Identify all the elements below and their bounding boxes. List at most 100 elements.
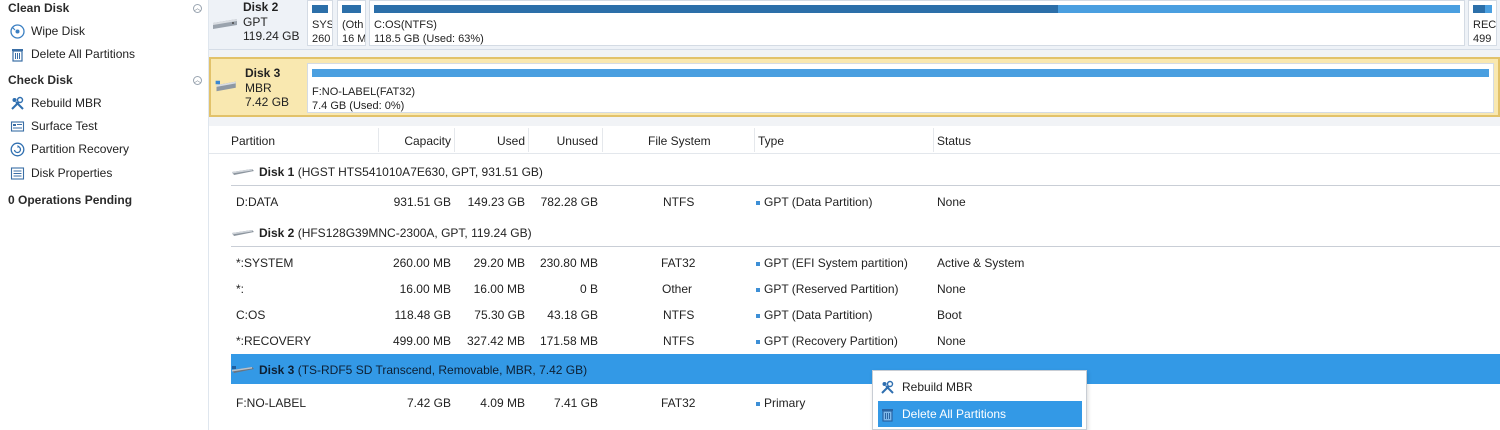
sidebar-item-delete-all-partitions[interactable]: Delete All Partitions [10,44,135,64]
cell-unused: 0 B [579,282,598,296]
bullet-icon [756,261,760,266]
removable-disk-icon [215,80,236,92]
disk-group-row[interactable]: Disk 1 (HGST HTS541010A7E630, GPT, 931.5… [231,156,1500,186]
sidebar-item-rebuild-mbr[interactable]: Rebuild MBR [10,93,102,113]
cell-status: Active & System [937,256,1025,270]
surface-test-icon [10,119,25,134]
context-menu: Rebuild MBR Delete All Partitions [872,370,1087,430]
disk-name: Disk 2 [243,0,279,14]
delete-partitions-icon [880,407,896,422]
disk-group-row[interactable]: Disk 2 (HFS128G39MNC-2300A, GPT, 119.24 … [231,217,1500,247]
usage-bar-fill [374,5,1059,13]
cell-used: 29.20 MB [473,256,525,270]
sidebar-item-partition-recovery[interactable]: Partition Recovery [10,139,129,159]
check-disk-header[interactable]: Check Disk [8,73,73,87]
operations-pending[interactable]: 0 Operations Pending [8,193,132,207]
column-header-unused[interactable]: Unused [529,134,598,148]
cell-used: 4.09 MB [480,396,525,410]
table-row[interactable]: *:SYSTEM 260.00 MB 29.20 MB 230.80 MB FA… [231,250,1500,276]
disk-group-row-selected[interactable]: Disk 3 (TS-RDF5 SD Transcend, Removable,… [231,354,1500,384]
disk-group-desc: (HFS128G39MNC-2300A, GPT, 119.24 GB) [294,226,532,240]
partition-table: Partition Capacity Used Unused File Syst… [209,126,1500,430]
disk-style: GPT [243,15,268,29]
partition-block[interactable]: F:NO-LABEL(FAT32) 7.4 GB (Used: 0%) [307,63,1494,113]
sidebar: Clean Disk ︿ Wipe Disk Delete All Partit… [0,0,209,430]
partition-info: 499 [1473,33,1492,45]
menu-item-rebuild-mbr[interactable]: Rebuild MBR [878,374,1082,400]
column-header-status[interactable]: Status [937,134,971,148]
sidebar-item-label: Surface Test [31,119,98,133]
cell-partition: F:NO-LABEL [236,396,307,410]
partition-label: SYS [312,19,333,31]
partition-block[interactable]: (Oth 16 M [337,0,366,46]
disk-group-name: Disk 3 [259,363,295,377]
table-row[interactable]: D:DATA 931.51 GB 149.23 GB 782.28 GB NTF… [231,189,1500,215]
menu-item-label: Rebuild MBR [902,380,973,394]
usage-bar [374,5,1460,13]
column-header-used[interactable]: Used [455,134,525,148]
cell-unused: 230.80 MB [539,256,598,270]
cell-unused: 171.58 MB [539,334,598,348]
column-header-capacity[interactable]: Capacity [379,134,451,148]
sidebar-item-label: Delete All Partitions [31,47,136,61]
sidebar-item-label: Wipe Disk [31,24,86,38]
table-row[interactable]: *: 16.00 MB 16.00 MB 0 B Other GPT (Rese… [231,276,1500,302]
cell-type: Primary [756,396,805,410]
disk-group-name: Disk 1 [259,165,295,179]
cell-file-system: NTFS [663,195,695,209]
cell-partition: D:DATA [236,195,279,209]
usage-bar-fill [342,5,361,13]
table-row[interactable]: *:RECOVERY 499.00 MB 327.42 MB 171.58 MB… [231,328,1500,354]
cell-type-text: Primary [764,396,806,410]
partition-label: (Oth [342,19,364,31]
column-header-partition[interactable]: Partition [231,134,275,148]
partition-block[interactable]: C:OS(NTFS) 118.5 GB (Used: 63%) [369,0,1465,46]
hard-disk-icon [232,230,254,236]
bullet-icon [756,200,760,205]
bullet-icon [756,339,760,344]
sidebar-item-wipe-disk[interactable]: Wipe Disk [10,21,85,41]
cell-type-text: GPT (Reserved Partition) [764,282,899,296]
column-header-file-system[interactable]: File System [648,134,711,148]
sidebar-item-label: Disk Properties [31,166,113,180]
column-header-type[interactable]: Type [758,134,784,148]
delete-partitions-icon [10,47,25,62]
cell-type: GPT (Data Partition) [756,195,872,209]
rebuild-mbr-icon [10,96,25,111]
collapse-icon[interactable]: ︿ [193,4,202,13]
disk-style: MBR [245,81,272,95]
hard-disk-icon [232,169,254,175]
cell-status: None [937,334,966,348]
disk-properties-icon [10,166,25,181]
table-header: Partition Capacity Used Unused File Syst… [209,126,1500,154]
sidebar-item-disk-properties[interactable]: Disk Properties [10,163,112,183]
cell-partition: *:RECOVERY [236,334,312,348]
disk-size: 7.42 GB [245,95,290,109]
cell-capacity: 499.00 MB [392,334,451,348]
menu-item-label: Delete All Partitions [902,407,1007,421]
menu-item-delete-all-partitions[interactable]: Delete All Partitions [878,401,1082,427]
table-row[interactable]: F:NO-LABEL 7.42 GB 4.09 MB 7.41 GB FAT32… [231,390,1500,416]
sidebar-item-label: Rebuild MBR [31,96,102,110]
cell-type-text: GPT (EFI System partition) [764,256,908,270]
disk-map: Disk 2 GPT 119.24 GB SYS 260 (Oth 16 M C… [209,0,1500,126]
disk-group-name: Disk 2 [259,226,295,240]
sidebar-item-surface-test[interactable]: Surface Test [10,116,97,136]
cell-capacity: 16.00 MB [399,282,451,296]
disk-3-card[interactable]: Disk 3 MBR 7.42 GB F:NO-LABEL(FAT32) 7.4… [209,57,1500,117]
partition-block[interactable]: SYS 260 [307,0,333,46]
wipe-disk-icon [10,23,25,39]
cell-type-text: GPT (Data Partition) [764,308,873,322]
clean-disk-header[interactable]: Clean Disk [8,1,69,15]
cell-file-system: FAT32 [661,396,696,410]
cell-used: 327.42 MB [466,334,525,348]
partition-block[interactable]: REC 499 [1468,0,1497,46]
collapse-icon[interactable]: ︿ [193,76,202,85]
cell-partition: *:SYSTEM [236,256,294,270]
cell-capacity: 931.51 GB [393,195,451,209]
cell-capacity: 118.48 GB [394,308,451,322]
table-row[interactable]: C:OS 118.48 GB 75.30 GB 43.18 GB NTFS GP… [231,302,1500,328]
removable-disk-icon [232,366,254,373]
partition-info: 118.5 GB (Used: 63%) [374,33,484,45]
disk-2-card[interactable]: Disk 2 GPT 119.24 GB SYS 260 (Oth 16 M C… [209,0,1500,50]
